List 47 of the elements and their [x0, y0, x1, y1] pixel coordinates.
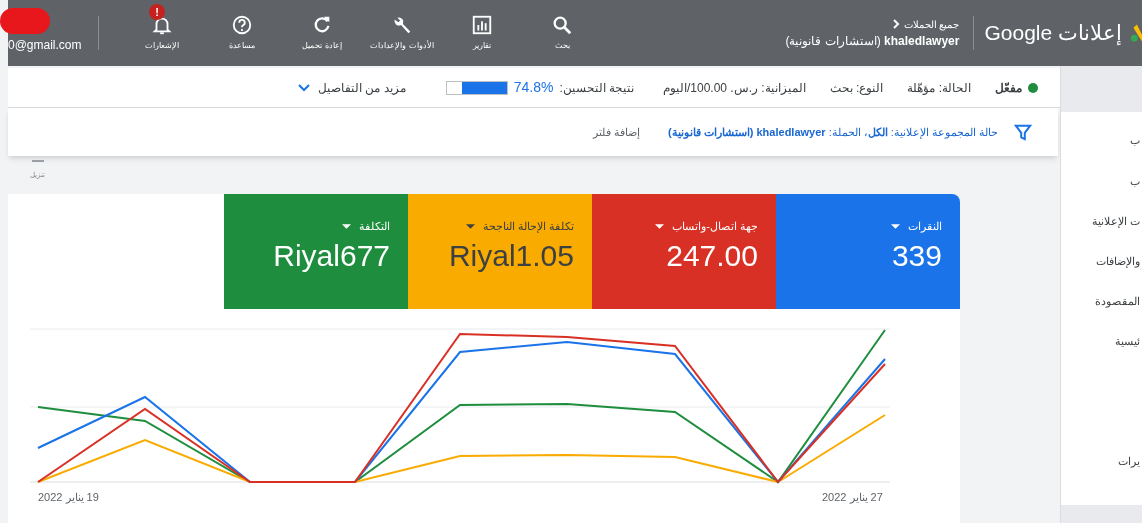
metric-label: جهة اتصال-واتساب: [672, 219, 758, 235]
status-field: الحالة: مؤهّلة: [907, 78, 971, 97]
metric-label: تكلفة الإحالة الناجحة: [482, 219, 574, 235]
filter-icon[interactable]: [1014, 123, 1032, 141]
metric-label: التكلفة: [359, 219, 390, 234]
dropdown-icon[interactable]: [342, 223, 351, 229]
bar-chart-icon: [471, 14, 493, 36]
add-filter-button[interactable]: إضافة فلتر: [593, 123, 641, 141]
dropdown-icon[interactable]: [465, 223, 475, 229]
axis-date-label: 27 يناير 2022: [822, 490, 883, 506]
alert-badge: !: [149, 4, 165, 20]
breadcrumb-link[interactable]: جميع الحملات: [903, 16, 960, 32]
account-email: 0@gmail.com: [8, 37, 82, 54]
score-bar: [445, 80, 508, 95]
sidebar-item[interactable]: ب: [1061, 175, 1142, 188]
score-value: 74.8%: [513, 78, 554, 97]
axis-date-label: 19 يناير 2022: [38, 490, 99, 506]
filter-chip[interactable]: حالة المجموعة الإعلانية: الكل، الحملة: khaledlawyer (استشارات قانونية): [668, 123, 998, 141]
sidebar-item[interactable]: ب: [1061, 134, 1142, 147]
dropdown-icon[interactable]: [655, 223, 665, 229]
status-field: النوع: بحث: [829, 78, 884, 97]
metric-value: 247.00: [666, 240, 758, 271]
toolbar-button[interactable]: تقارير: [449, 14, 515, 52]
help-icon: [231, 14, 253, 36]
redaction-mark: [0, 8, 50, 34]
metric-value: Riyal1.05: [448, 240, 574, 271]
dropdown-icon[interactable]: [891, 223, 900, 229]
status-text: مفعّل: [995, 79, 1022, 97]
metric-value: 339: [891, 240, 942, 271]
search-icon: [551, 14, 573, 36]
toolbar-button[interactable]: الأدوات والإعدادات: [369, 14, 435, 52]
details-link[interactable]: مزيد من التفاصيل: [298, 78, 406, 97]
chevron-icon[interactable]: [891, 19, 900, 29]
chevron-down-icon: [298, 83, 310, 92]
sidebar-item[interactable]: يرات: [1061, 455, 1142, 468]
sidebar-item[interactable]: والإضافات: [1061, 255, 1142, 268]
sidebar-item[interactable]: المقصودة: [1061, 295, 1142, 308]
toolbar-button[interactable]: إعادة تحميل: [289, 14, 355, 52]
sidebar-item[interactable]: ت الإعلانية: [1061, 215, 1142, 228]
status-field: الميزانية: ر.س. 100.00/اليوم: [662, 78, 806, 97]
score-label: نتيجة التحسين:: [559, 79, 635, 97]
toolbar-button[interactable]: مساعدة: [209, 14, 275, 52]
sidebar-item[interactable]: ئيسية: [1061, 335, 1142, 348]
product-logo-text: إعلانات Google: [984, 20, 1122, 47]
metric-label: النقرات: [908, 219, 942, 235]
toolbar-button[interactable]: بحث: [529, 14, 595, 52]
metric-value: Riyal677: [273, 240, 390, 271]
